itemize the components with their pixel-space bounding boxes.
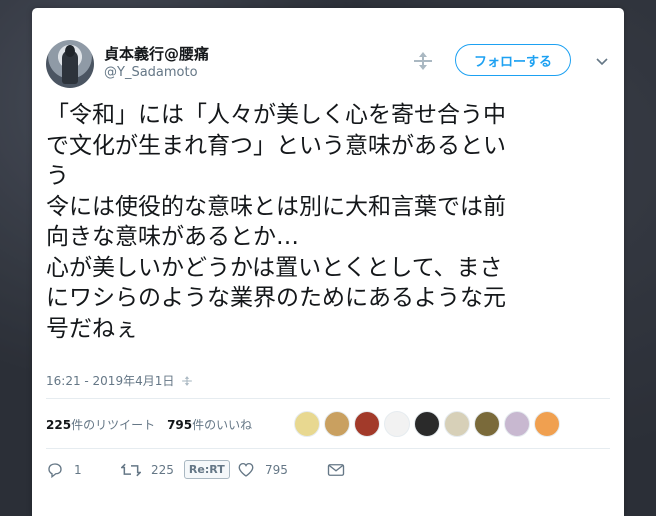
like-stat-label: 件のいいね (192, 418, 253, 432)
retweet-icon (121, 463, 141, 476)
reply-count: 1 (74, 462, 82, 477)
like-action-count: 795 (265, 462, 288, 477)
tweet-modal: 貞本義行@腰痛 @Y_Sadamoto フォローする 「令和」には「人々が美しく… (32, 8, 624, 516)
tweet-stats: 225件のリツイート 795件のいいね (46, 416, 252, 433)
retweet-action-count: 225 (151, 462, 174, 477)
liker-avatar[interactable] (534, 411, 560, 437)
tweet-header: 貞本義行@腰痛 @Y_Sadamoto フォローする (46, 40, 610, 90)
liker-avatar[interactable] (354, 411, 380, 437)
tweet-actions: 1 225 Re:RT 795 (46, 460, 345, 479)
tweet-text: 「令和」には「人々が美しく心を寄せ合う中 で文化が生まれ育つ」という意味があると… (46, 102, 506, 342)
reply-action[interactable]: 1 (46, 461, 121, 479)
like-stat[interactable]: 795件のいいね (167, 416, 252, 433)
liker-avatar[interactable] (384, 411, 410, 437)
liker-avatar[interactable] (324, 411, 350, 437)
display-name[interactable]: 貞本義行@腰痛 (104, 43, 209, 64)
follow-button[interactable]: フォローする (455, 44, 571, 76)
heart-icon (238, 462, 254, 477)
like-stat-count: 795 (167, 418, 193, 432)
envelope-icon (327, 463, 345, 476)
chevron-down-icon[interactable] (594, 53, 610, 69)
user-handle[interactable]: @Y_Sadamoto (104, 65, 198, 80)
like-action[interactable]: 795 (237, 461, 327, 479)
avatar-head (65, 45, 75, 57)
retweet-stat[interactable]: 225件のリツイート (46, 416, 155, 433)
liker-avatar[interactable] (474, 411, 500, 437)
move-icon-small[interactable] (180, 374, 194, 388)
retweet-action[interactable]: 225 Re:RT (121, 460, 231, 479)
likers-list (294, 411, 560, 437)
liker-avatar[interactable] (444, 411, 470, 437)
liker-avatar[interactable] (294, 411, 320, 437)
reply-icon (48, 462, 62, 478)
divider (46, 398, 610, 399)
liker-avatar[interactable] (504, 411, 530, 437)
move-icon[interactable] (410, 48, 436, 74)
tweet-meta: 16:21 - 2019年4月1日 (46, 372, 194, 389)
rert-button[interactable]: Re:RT (183, 460, 230, 479)
timestamp[interactable]: 16:21 - 2019年4月1日 (46, 372, 174, 389)
liker-avatar[interactable] (414, 411, 440, 437)
divider (46, 448, 610, 449)
retweet-stat-label: 件のリツイート (71, 418, 156, 432)
message-action[interactable] (327, 462, 345, 478)
avatar[interactable] (46, 40, 94, 88)
retweet-stat-count: 225 (46, 418, 72, 432)
